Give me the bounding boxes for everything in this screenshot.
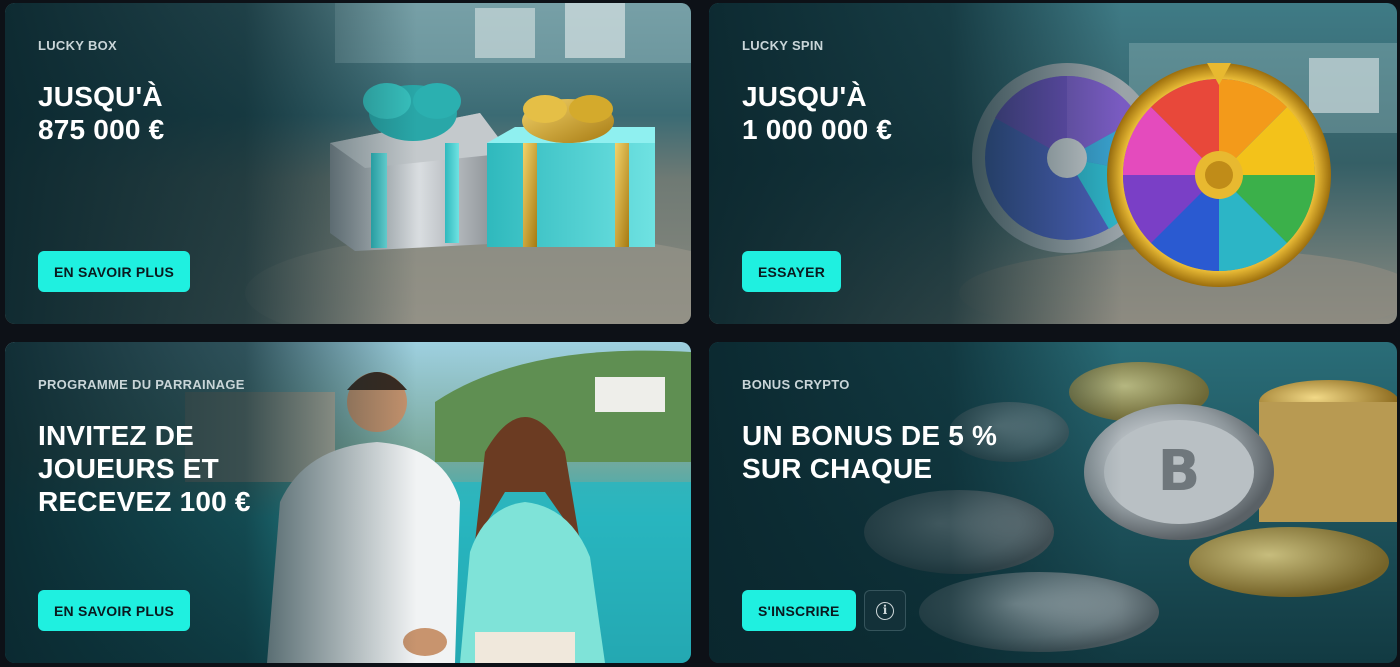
crypto-bonus-tag: BONUS CRYPTO [742,377,850,392]
lucky-box-tag: LUCKY BOX [38,38,118,53]
crypto-bonus-card: B BONUS CRYPTO UN BONUS DE 5 % SUR CHAQU… [709,342,1397,663]
lucky-spin-tag: LUCKY SPIN [742,38,824,53]
crypto-info-button[interactable]: i [864,590,906,631]
referral-learn-more-button[interactable]: EN SAVOIR PLUS [38,590,191,631]
lucky-box-headline: JUSQU'À 875 000 € [38,81,165,145]
lucky-box-card: LUCKY BOX JUSQU'À 875 000 € EN SAVOIR PL… [5,3,691,324]
lucky-box-learn-more-button[interactable]: EN SAVOIR PLUS [38,251,191,292]
referral-program-tag: PROGRAMME DU PARRAINAGE [38,377,245,392]
lucky-spin-try-button[interactable]: ESSAYER [742,251,842,292]
referral-program-headline: INVITEZ DE JOUEURS ET RECEVEZ 100 € [38,420,251,517]
crypto-signup-button[interactable]: S'INSCRIRE [742,590,856,631]
referral-program-card: PROGRAMME DU PARRAINAGE INVITEZ DE JOUEU… [5,342,691,663]
lucky-spin-card: LUCKY SPIN JUSQU'À 1 000 000 € ESSAYER [709,3,1397,324]
info-icon: i [876,601,894,620]
promotions-grid: LUCKY BOX JUSQU'À 875 000 € EN SAVOIR PL… [0,0,1400,667]
crypto-bonus-headline: UN BONUS DE 5 % SUR CHAQUE [742,420,998,484]
lucky-spin-headline: JUSQU'À 1 000 000 € [742,81,893,145]
